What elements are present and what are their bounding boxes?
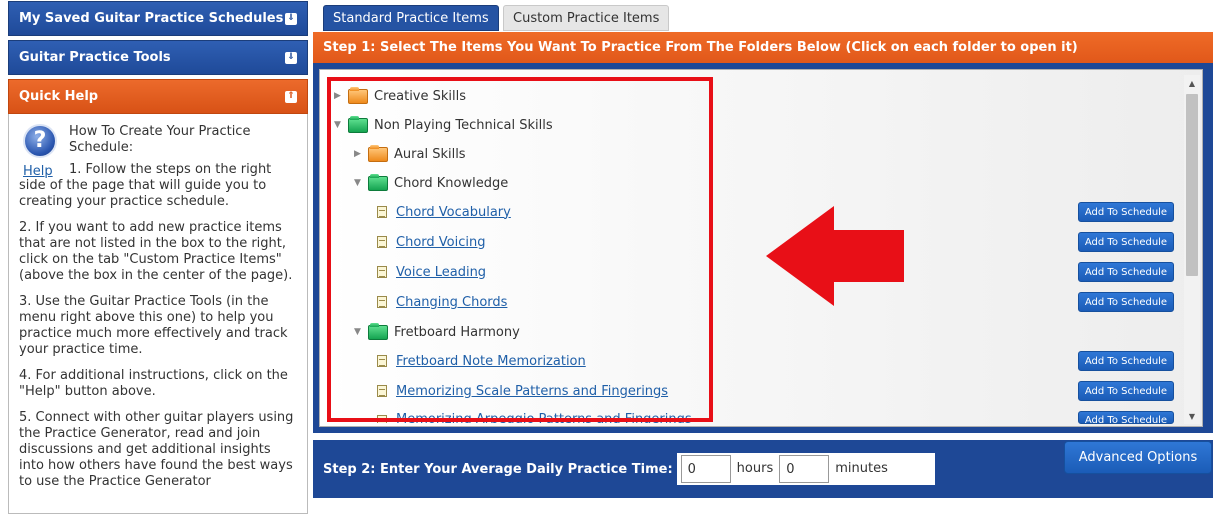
expand-arrow-icon[interactable]: ▶ bbox=[354, 149, 366, 159]
tree-item-memorizing-scale-patterns: Memorizing Scale Patterns and Fingerings bbox=[377, 381, 668, 401]
document-icon bbox=[377, 296, 387, 308]
hours-input[interactable] bbox=[680, 455, 731, 483]
tree-folder-label: Creative Skills bbox=[374, 88, 467, 104]
minutes-label: minutes bbox=[835, 460, 888, 476]
tree-folder-creative-skills[interactable]: ▶ Creative Skills bbox=[334, 86, 466, 106]
hours-label: hours bbox=[736, 460, 774, 476]
practice-time-box: hours minutes bbox=[676, 453, 935, 485]
add-to-schedule-button[interactable]: Add To Schedule bbox=[1078, 292, 1174, 312]
saved-schedules-title: My Saved Guitar Practice Schedules bbox=[19, 11, 284, 26]
sidebar: My Saved Guitar Practice Schedules ⇓ Gui… bbox=[8, 0, 308, 514]
folder-open-icon bbox=[368, 322, 388, 340]
folder-open-icon bbox=[368, 173, 388, 191]
help-question-icon: ? bbox=[23, 124, 57, 158]
help-intro: How To Create Your Practice Schedule: bbox=[69, 124, 251, 155]
folder-closed-icon bbox=[348, 86, 368, 104]
help-step-3: 3. Use the Guitar Practice Tools (in the… bbox=[19, 294, 288, 357]
step1-header: Step 1: Select The Items You Want To Pra… bbox=[313, 32, 1213, 63]
collapse-arrow-icon[interactable]: ▼ bbox=[354, 178, 366, 188]
tree-item-link[interactable]: Voice Leading bbox=[396, 265, 486, 280]
tree-folder-label: Fretboard Harmony bbox=[394, 324, 520, 340]
help-step-5: 5. Connect with other guitar players usi… bbox=[19, 410, 294, 489]
tree-item-chord-voicing: Chord Voicing bbox=[377, 232, 485, 252]
help-step-4: 4. For additional instructions, click on… bbox=[19, 368, 288, 399]
scrollbar-thumb[interactable] bbox=[1186, 94, 1198, 276]
document-icon bbox=[377, 385, 387, 397]
chevron-up-icon[interactable]: ⇑ bbox=[285, 90, 297, 103]
tree-folder-label: Aural Skills bbox=[394, 146, 466, 162]
chevron-down-icon[interactable]: ⇓ bbox=[285, 51, 297, 64]
document-icon bbox=[377, 415, 387, 423]
tree-item-link[interactable]: Memorizing Scale Patterns and Fingerings bbox=[396, 384, 668, 399]
add-to-schedule-button[interactable]: Add To Schedule bbox=[1078, 262, 1174, 282]
tree-item-memorizing-arpeggio-patterns: Memorizing Arpeggio Patterns and Fingeri… bbox=[377, 411, 692, 423]
folder-closed-icon bbox=[368, 144, 388, 162]
quick-help-title: Quick Help bbox=[19, 89, 99, 104]
tab-standard-practice-items[interactable]: Standard Practice Items bbox=[323, 5, 499, 31]
red-pointer-arrow-icon bbox=[766, 206, 904, 306]
scroll-up-arrow-icon[interactable]: ▲ bbox=[1184, 75, 1200, 91]
collapse-arrow-icon[interactable]: ▼ bbox=[354, 327, 366, 337]
practice-tools-panel-header[interactable]: Guitar Practice Tools ⇓ bbox=[8, 40, 308, 75]
tab-custom-practice-items[interactable]: Custom Practice Items bbox=[503, 5, 670, 31]
saved-schedules-panel-header[interactable]: My Saved Guitar Practice Schedules ⇓ bbox=[8, 1, 308, 36]
tree-item-fretboard-note-memorization: Fretboard Note Memorization bbox=[377, 351, 586, 371]
tree-folder-label: Non Playing Technical Skills bbox=[374, 117, 553, 133]
help-step-2: 2. If you want to add new practice items… bbox=[19, 220, 293, 283]
step2-label: Step 2: Enter Your Average Daily Practic… bbox=[323, 461, 673, 477]
add-to-schedule-button[interactable]: Add To Schedule bbox=[1078, 381, 1174, 401]
document-icon bbox=[377, 355, 387, 367]
tree-folder-non-playing-technical-skills[interactable]: ▼ Non Playing Technical Skills bbox=[334, 115, 553, 135]
expand-arrow-icon[interactable]: ▶ bbox=[334, 91, 346, 101]
add-to-schedule-button[interactable]: Add To Schedule bbox=[1078, 232, 1174, 252]
practice-tools-title: Guitar Practice Tools bbox=[19, 50, 171, 65]
tree-item-link[interactable]: Memorizing Arpeggio Patterns and Fingeri… bbox=[396, 411, 692, 423]
document-icon bbox=[377, 236, 387, 248]
minutes-input[interactable] bbox=[779, 455, 830, 483]
tree-item-changing-chords: Changing Chords bbox=[377, 292, 507, 312]
tree-item-link[interactable]: Fretboard Note Memorization bbox=[396, 354, 586, 369]
tree-item-link[interactable]: Chord Vocabulary bbox=[396, 205, 511, 220]
tree-item-voice-leading: Voice Leading bbox=[377, 262, 486, 282]
quick-help-panel-header[interactable]: Quick Help ⇑ bbox=[8, 79, 308, 114]
collapse-arrow-icon[interactable]: ▼ bbox=[334, 120, 346, 130]
tree-scrollbar[interactable]: ▲ ▼ bbox=[1184, 75, 1200, 424]
tree-folder-aural-skills[interactable]: ▶ Aural Skills bbox=[354, 144, 466, 164]
add-to-schedule-button[interactable]: Add To Schedule bbox=[1078, 202, 1174, 222]
tree-folder-chord-knowledge[interactable]: ▼ Chord Knowledge bbox=[354, 173, 508, 193]
add-to-schedule-button[interactable]: Add To Schedule bbox=[1078, 411, 1174, 424]
document-icon bbox=[377, 266, 387, 278]
chevron-down-icon[interactable]: ⇓ bbox=[285, 12, 297, 25]
tree-item-chord-vocabulary: Chord Vocabulary bbox=[377, 202, 511, 222]
tree-folder-label: Chord Knowledge bbox=[394, 175, 509, 191]
tree-folder-fretboard-harmony[interactable]: ▼ Fretboard Harmony bbox=[354, 322, 520, 342]
tree-item-link[interactable]: Chord Voicing bbox=[396, 235, 485, 250]
quick-help-body: ? Help How To Create Your Practice Sched… bbox=[8, 114, 308, 514]
advanced-options-button[interactable]: Advanced Options bbox=[1064, 441, 1212, 474]
scroll-down-arrow-icon[interactable]: ▼ bbox=[1184, 408, 1200, 424]
add-to-schedule-button[interactable]: Add To Schedule bbox=[1078, 351, 1174, 371]
document-icon bbox=[377, 206, 387, 218]
folder-open-icon bbox=[348, 115, 368, 133]
tree-item-link[interactable]: Changing Chords bbox=[396, 295, 507, 310]
step1-title: Step 1: Select The Items You Want To Pra… bbox=[323, 40, 1078, 55]
